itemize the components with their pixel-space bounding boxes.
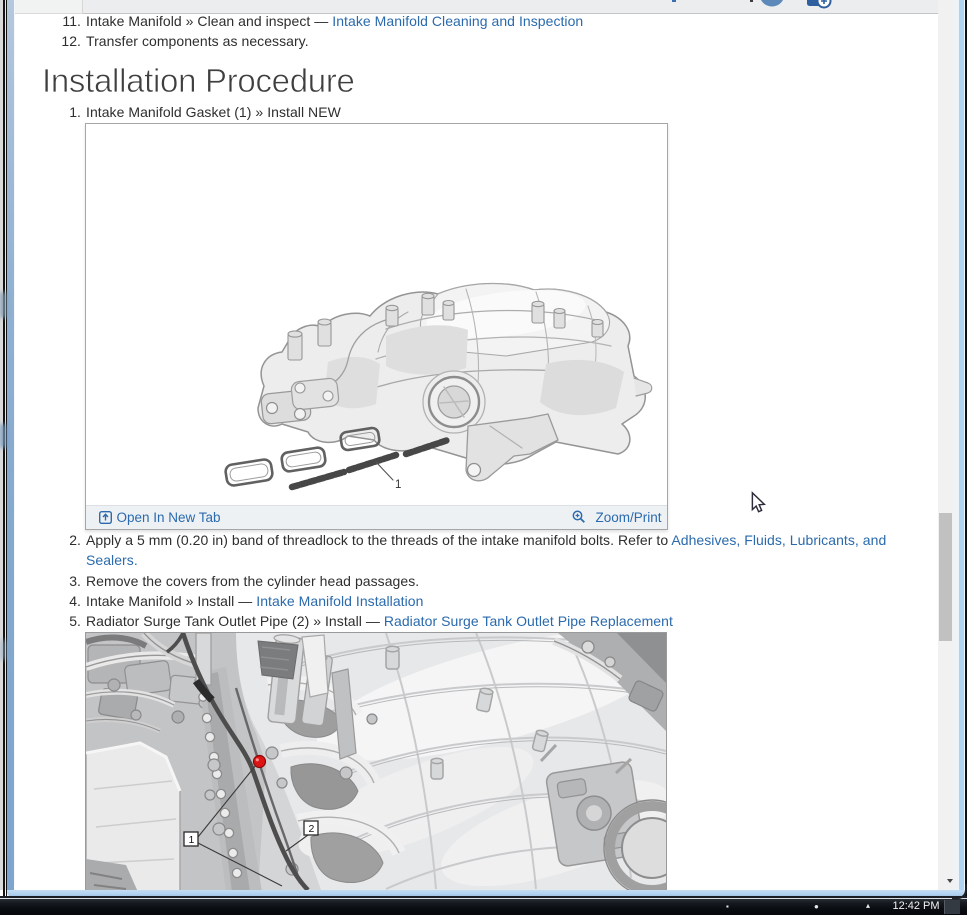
svg-text:2: 2 bbox=[308, 823, 314, 835]
svg-text:1: 1 bbox=[395, 479, 401, 491]
svg-text:1: 1 bbox=[188, 834, 194, 846]
